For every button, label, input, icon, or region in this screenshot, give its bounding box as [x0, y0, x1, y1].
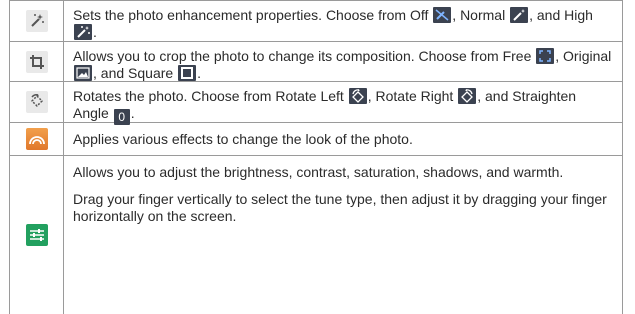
icon-cell — [10, 156, 64, 314]
icon-cell — [10, 1, 64, 41]
text: . — [197, 65, 201, 81]
description: Allows you to crop the photo to change i… — [64, 42, 622, 81]
crop-square-icon — [178, 65, 197, 81]
straighten-angle-icon: 0 — [113, 109, 130, 125]
paragraph: Drag your finger vertically to select th… — [73, 191, 607, 224]
table-row: Allows you to adjust the brightness, con… — [9, 155, 623, 314]
rotate-icon — [25, 91, 48, 113]
enhance-off-icon — [433, 7, 452, 23]
crop-icon — [25, 50, 48, 73]
paragraph: Allows you to adjust the brightness, con… — [73, 164, 564, 180]
enhance-normal-icon — [510, 7, 529, 23]
description: Sets the photo enhancement properties. C… — [64, 1, 622, 41]
text: Applies various effects to change the lo… — [73, 131, 413, 147]
icon-cell — [10, 42, 64, 81]
text: Rotates the photo. Choose from Rotate Le… — [73, 88, 348, 104]
crop-original-icon — [74, 65, 92, 81]
tune-sliders-icon — [25, 224, 48, 246]
feature-table: Sets the photo enhancement properties. C… — [9, 0, 623, 314]
description: Rotates the photo. Choose from Rotate Le… — [64, 82, 622, 125]
effects-icon — [25, 128, 48, 150]
magic-wand-icon — [25, 10, 48, 32]
icon-cell — [10, 82, 64, 122]
text: Sets the photo enhancement properties. C… — [73, 7, 433, 23]
table-row: Sets the photo enhancement properties. C… — [9, 0, 623, 41]
rotate-left-icon — [348, 88, 367, 104]
text: , Rotate Right — [367, 88, 458, 104]
text: Allows you to crop the photo to change i… — [73, 48, 536, 64]
text: , Original — [555, 48, 612, 64]
table-row: Applies various effects to change the lo… — [9, 122, 623, 155]
text: . — [130, 105, 135, 121]
text: , and Square — [93, 65, 178, 81]
description: Allows you to adjust the brightness, con… — [64, 156, 622, 314]
rotate-right-icon — [458, 88, 477, 104]
text: , and High — [529, 7, 593, 23]
table-row: Allows you to crop the photo to change i… — [9, 41, 623, 81]
description: Applies various effects to change the lo… — [64, 123, 622, 155]
crop-free-icon — [536, 48, 555, 64]
text: , Normal — [452, 7, 510, 23]
icon-cell — [10, 123, 64, 155]
table-row: Rotates the photo. Choose from Rotate Le… — [9, 81, 623, 125]
text: . — [93, 24, 97, 40]
enhance-high-icon — [74, 24, 92, 40]
